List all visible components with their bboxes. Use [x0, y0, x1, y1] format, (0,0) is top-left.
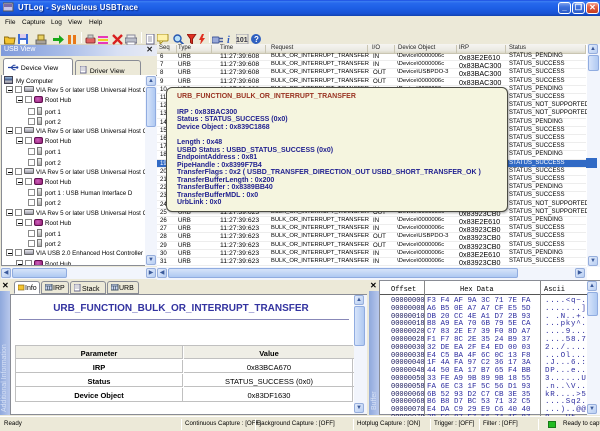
svg-text:101: 101: [236, 37, 248, 44]
svg-text:?: ?: [254, 35, 259, 44]
